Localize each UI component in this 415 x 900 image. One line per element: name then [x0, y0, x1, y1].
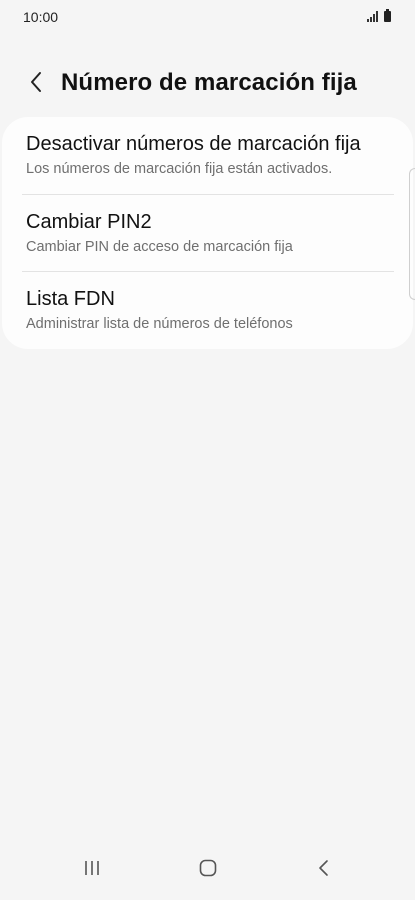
- list-item-title: Desactivar números de marcación fija: [26, 133, 361, 155]
- screen: 10:00 Número de marcación fija Desactiva…: [0, 0, 415, 900]
- battery-icon: [384, 9, 391, 22]
- status-time: 10:00: [23, 9, 59, 25]
- nav-back-button[interactable]: [304, 856, 344, 880]
- camera-notch: [187, 0, 227, 27]
- list-item-disable-fdn[interactable]: Desactivar números de marcación fija Los…: [2, 117, 413, 194]
- page-title: Número de marcación fija: [61, 69, 357, 96]
- list-item-change-pin2[interactable]: Cambiar PIN2 Cambiar PIN de acceso de ma…: [2, 195, 413, 272]
- recents-icon: [85, 861, 99, 875]
- home-button[interactable]: [188, 856, 228, 880]
- back-icon: [319, 860, 328, 876]
- back-button[interactable]: [22, 66, 50, 98]
- recents-button[interactable]: [72, 856, 112, 880]
- list-item-subtitle: Administrar lista de números de teléfono…: [26, 316, 293, 332]
- status-bar: 10:00: [0, 0, 415, 34]
- list-item-subtitle: Los números de marcación fija están acti…: [26, 161, 333, 177]
- home-icon: [199, 859, 217, 877]
- chevron-left-icon: [31, 72, 41, 92]
- list-item-subtitle: Cambiar PIN de acceso de marcación fija: [26, 239, 293, 255]
- status-icons: [367, 9, 391, 22]
- list-item-title: Lista FDN: [26, 288, 115, 310]
- header: Número de marcación fija: [0, 60, 415, 104]
- list-item-fdn-list[interactable]: Lista FDN Administrar lista de números d…: [2, 272, 413, 349]
- list-item-title: Cambiar PIN2: [26, 211, 152, 233]
- navigation-bar: [0, 846, 415, 900]
- scroll-indicator[interactable]: [409, 168, 415, 300]
- signal-icon: [367, 11, 378, 22]
- settings-card: Desactivar números de marcación fija Los…: [2, 117, 413, 349]
